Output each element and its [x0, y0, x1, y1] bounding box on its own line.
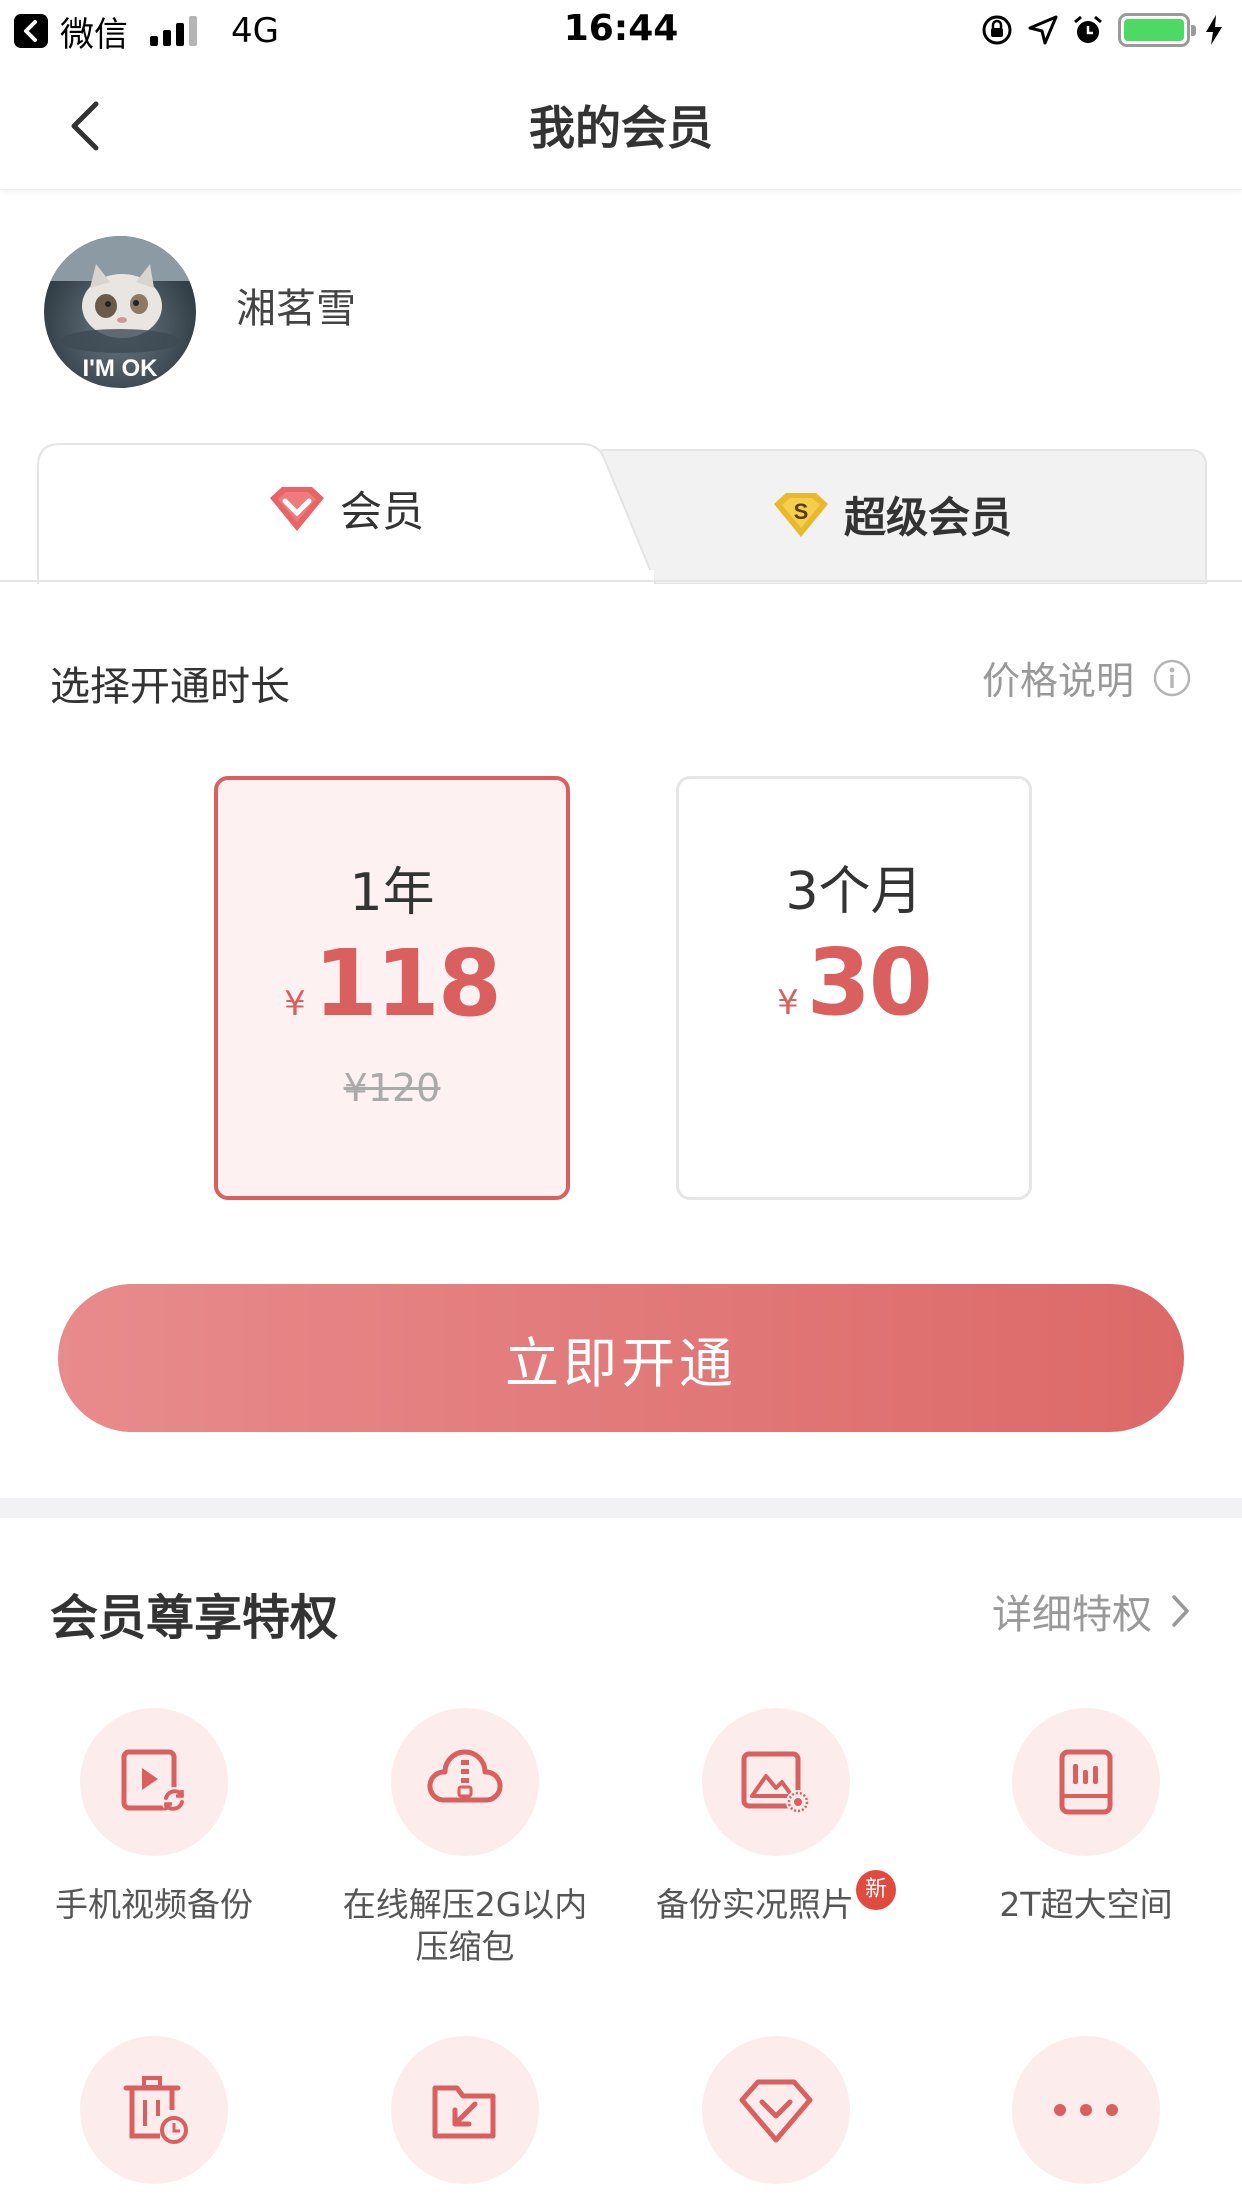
- section-separator: [0, 1498, 1242, 1518]
- vip-diamond-icon: [739, 2079, 813, 2143]
- tab-super-label: 超级会员: [844, 493, 1013, 542]
- plan-price: ¥ 30: [679, 929, 1029, 1036]
- folder-import-icon: [432, 2085, 496, 2139]
- activate-button[interactable]: 立即开通: [58, 1284, 1184, 1432]
- location-icon: [1028, 15, 1058, 45]
- price-info-label: 价格说明: [981, 659, 1134, 703]
- privilege-more[interactable]: [946, 2036, 1226, 2184]
- recycle-bin-icon: [123, 2076, 188, 2144]
- price-info-link[interactable]: 价格说明: [982, 650, 1192, 705]
- rotation-lock-icon: [982, 15, 1012, 45]
- avatar[interactable]: I'M OK: [44, 236, 196, 388]
- tab-member[interactable]: 会员: [266, 478, 424, 539]
- avatar-caption: I'M OK: [82, 355, 158, 382]
- charging-icon: [1206, 15, 1222, 45]
- privilege-label-row: 备份实况照片新: [636, 1870, 916, 1926]
- tab-super-member[interactable]: S 超级会员: [770, 484, 1012, 545]
- battery-icon: [1118, 13, 1196, 47]
- privilege-label: 在线解压2G以内压缩包: [342, 1885, 588, 1966]
- plan-card-quarter[interactable]: 3个月 ¥ 30: [676, 776, 1032, 1200]
- plan-amount: 30: [806, 929, 933, 1036]
- plan-card-year[interactable]: 1年 ¥ 118 ¥120: [214, 776, 570, 1200]
- username: 湘茗雪: [236, 286, 356, 332]
- privilege-online-unzip[interactable]: 在线解压2G以内压缩包: [325, 1708, 605, 1968]
- chevron-right-icon: [1172, 1595, 1189, 1627]
- privilege-label: 备份实况照片: [656, 1885, 854, 1924]
- privilege-video-backup[interactable]: 手机视频备份: [14, 1708, 294, 1926]
- privileges-detail-label: 详细特权: [992, 1592, 1152, 1638]
- privileges-title: 会员尊享特权: [50, 1590, 339, 1646]
- plan-name: 1年: [349, 863, 435, 923]
- privilege-icon-circle: [391, 1708, 539, 1856]
- privilege-label: 手机视频备份: [55, 1885, 253, 1924]
- status-bar: 微信 4G 16:44: [0, 0, 1242, 62]
- tab-member-label: 会员: [340, 487, 425, 536]
- privilege-live-photo[interactable]: 备份实况照片新: [636, 1708, 916, 1926]
- privilege-icon-circle: [391, 2036, 539, 2184]
- nav-bar: 我的会员: [0, 62, 1242, 190]
- storage-icon: [1059, 1749, 1113, 1815]
- video-backup-icon: [121, 1749, 187, 1813]
- privilege-icon-circle: [1012, 1708, 1160, 1856]
- duration-label: 选择开通时长: [50, 664, 290, 710]
- privileges-detail-link[interactable]: 详细特权: [992, 1582, 1192, 1640]
- privilege-2t-storage[interactable]: 2T超大空间: [946, 1708, 1226, 1926]
- cloud-unzip-icon: [427, 1749, 503, 1803]
- privilege-icon-circle: [80, 1708, 228, 1856]
- privilege-icon-circle: [1012, 2036, 1160, 2184]
- privilege-icon-circle: [702, 1708, 850, 1856]
- privilege-icon-circle: [702, 2036, 850, 2184]
- currency-symbol: ¥: [777, 983, 799, 1023]
- svg-text:S: S: [794, 499, 809, 524]
- privilege-vip[interactable]: [636, 2036, 916, 2184]
- privilege-folder-import[interactable]: [325, 2036, 605, 2184]
- super-s-diamond-icon: S: [774, 492, 828, 537]
- plan-original-price: ¥120: [343, 1066, 441, 1110]
- info-icon: [1153, 659, 1191, 696]
- tab-divider: [0, 580, 1242, 582]
- privilege-label: 2T超大空间: [999, 1885, 1173, 1924]
- membership-tabs: [37, 443, 1207, 584]
- plan-amount: 118: [313, 930, 502, 1037]
- new-badge: 新: [856, 1870, 896, 1910]
- plan-price: ¥ 118: [218, 930, 566, 1037]
- live-photo-icon: [741, 1751, 810, 1814]
- currency-symbol: ¥: [284, 984, 306, 1024]
- plan-name: 3个月: [785, 862, 923, 922]
- page-title: 我的会员: [529, 101, 713, 155]
- heart-diamond-icon: [270, 486, 324, 531]
- alarm-icon: [1074, 15, 1102, 43]
- privilege-icon-circle: [80, 2036, 228, 2184]
- more-icon: [1054, 2104, 1118, 2116]
- privilege-recycle-bin[interactable]: [14, 2036, 294, 2184]
